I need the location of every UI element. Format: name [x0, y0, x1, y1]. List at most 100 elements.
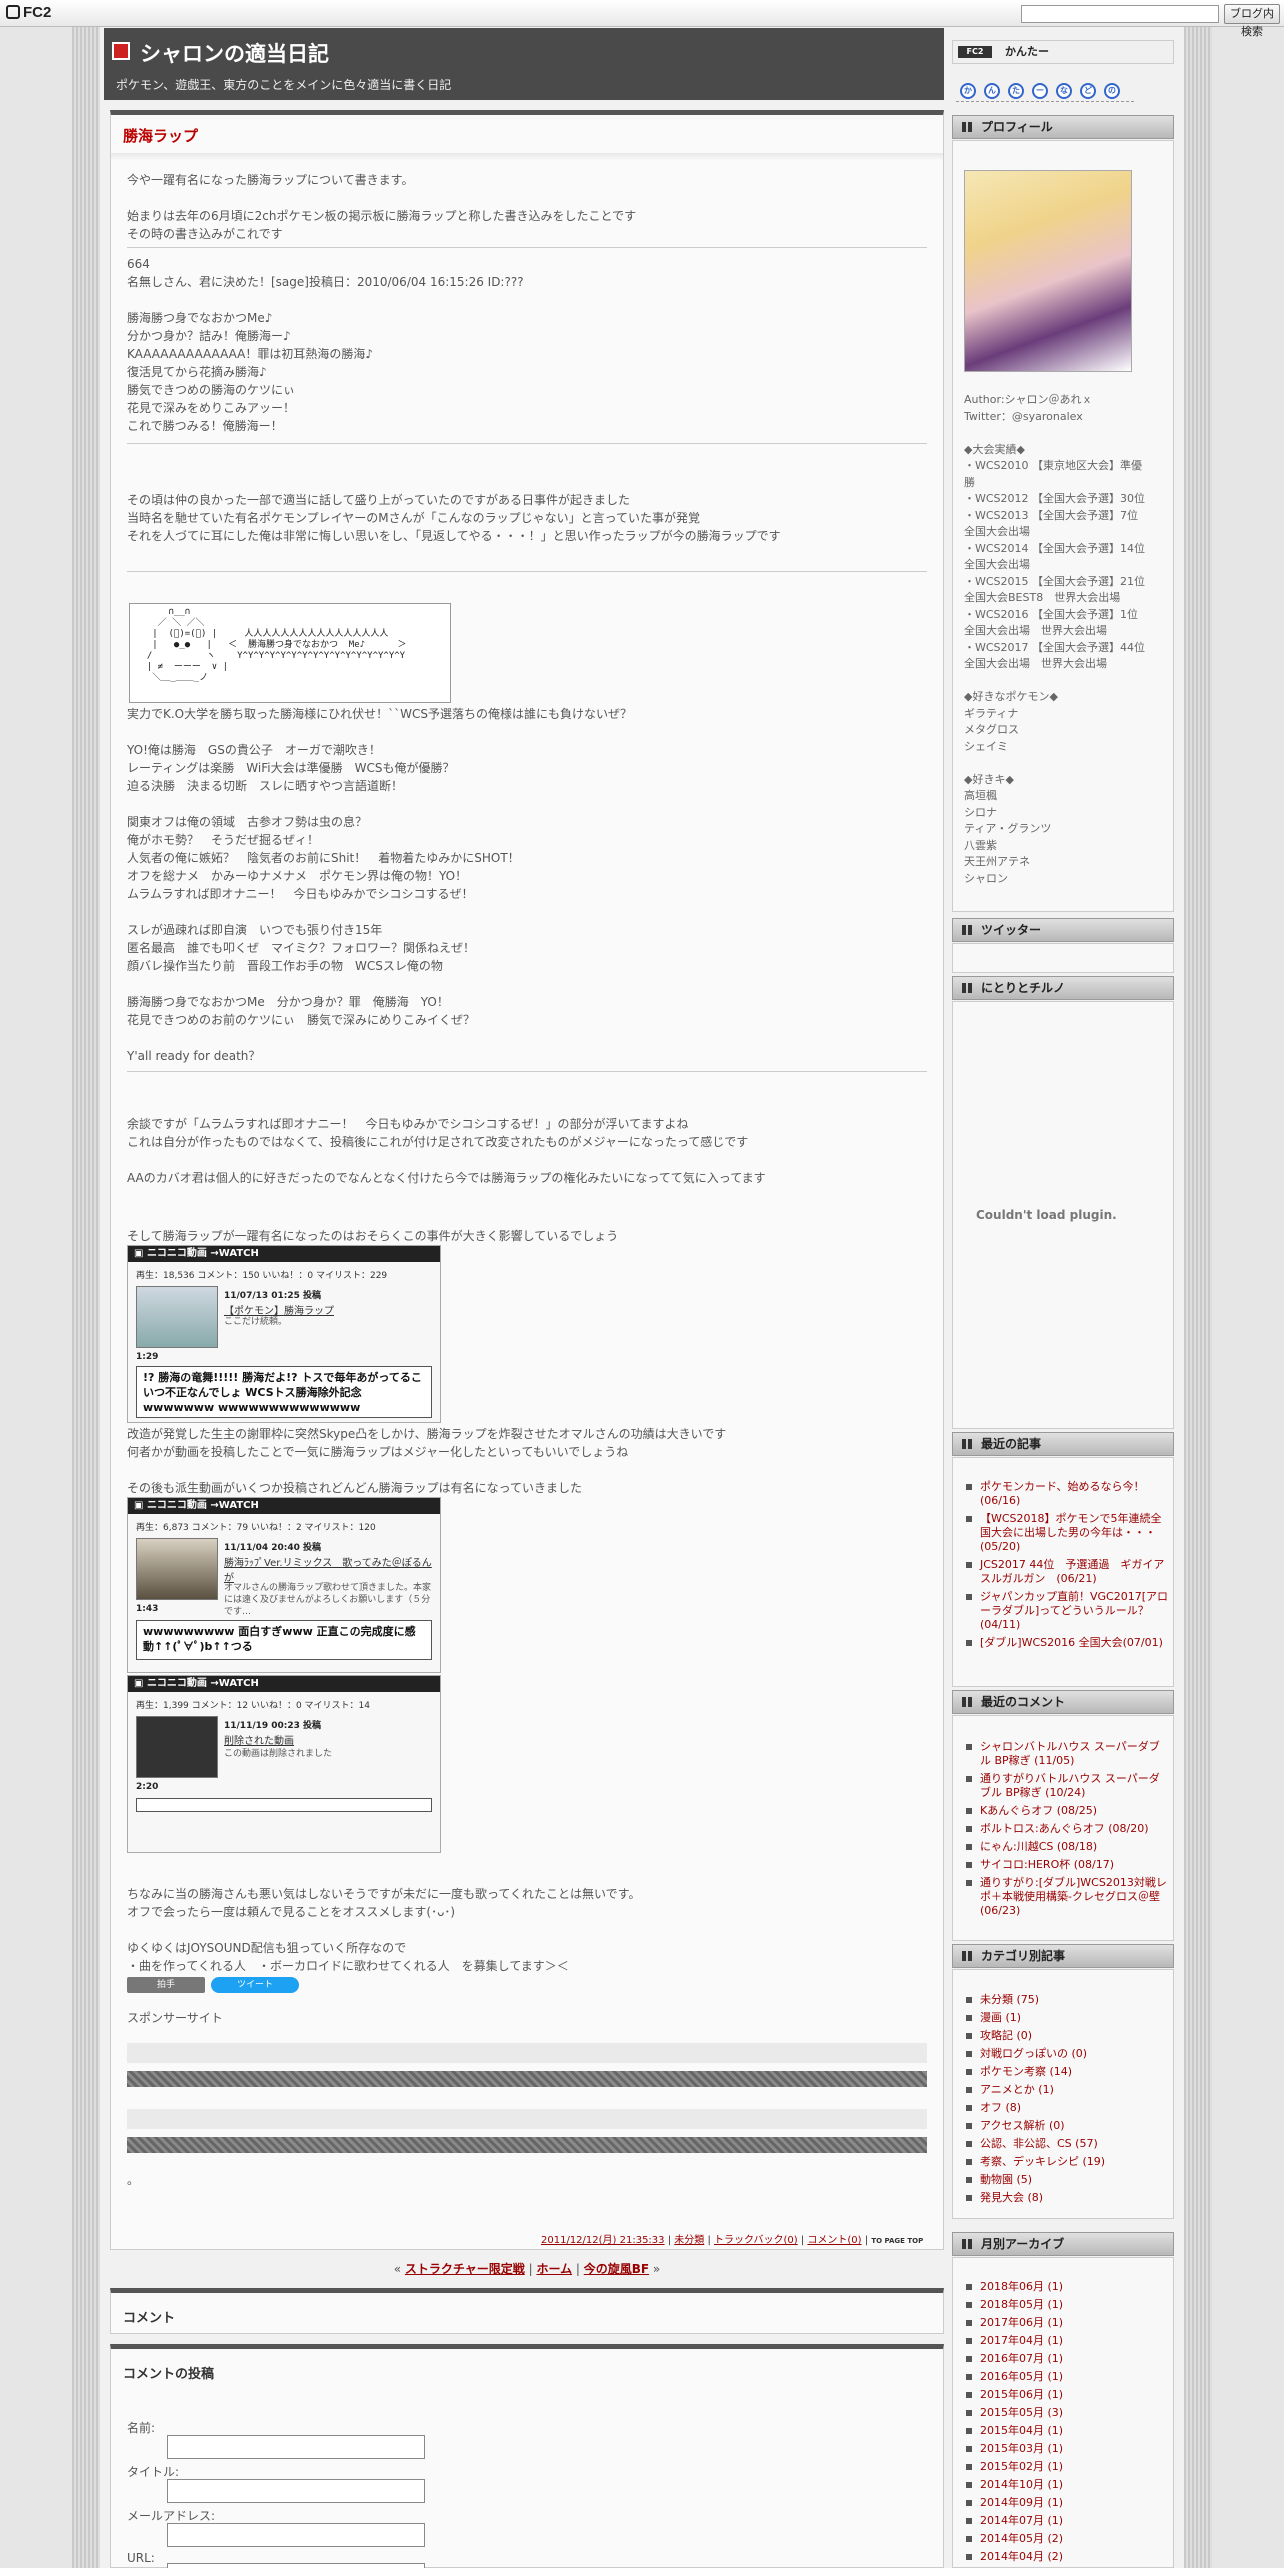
archive-link[interactable]: 2015年06月 (1) [964, 2388, 1170, 2402]
recent-comment-link[interactable]: Kあんぐらオフ (08/25) [964, 1804, 1170, 1818]
recent-comment-link[interactable]: サイコロ:HERO杯 (08/17) [964, 1858, 1170, 1872]
archive-link[interactable]: 2015年02月 (1) [964, 2460, 1170, 2474]
video-title-link[interactable]: 【ポケモン】勝海ラップ [224, 1302, 434, 1317]
category-link[interactable]: アニメとか (1) [964, 2083, 1170, 2097]
archive-link[interactable]: 2017年04月 (1) [964, 2334, 1170, 2348]
email-field[interactable] [167, 2523, 425, 2547]
entry-category-link[interactable]: 未分類 [674, 2235, 704, 2246]
blog-title[interactable]: シャロンの適当日記 [140, 38, 329, 68]
archive-link[interactable]: 2014年09月 (1) [964, 2496, 1170, 2510]
sponsor-slot [127, 2109, 927, 2129]
subject-field[interactable] [167, 2479, 425, 2503]
blog-search-button[interactable]: ブログ内検索 [1224, 4, 1280, 38]
archive-link[interactable]: 2018年05月 (1) [964, 2298, 1170, 2312]
clap-button[interactable]: 拍手 [127, 1977, 205, 1993]
recent-comment-link[interactable]: ボルトロス:あんぐらオフ (08/20) [964, 1822, 1170, 1836]
prev-entry-link[interactable]: ストラクチャー限定戦 [405, 2262, 525, 2276]
watch-link[interactable]: →WATCH [210, 1678, 258, 1689]
recent-entry-link[interactable]: ジャパンカップ直前！VGC2017[アローラダブル]ってどういうルール？(04/… [964, 1590, 1170, 1632]
archive-link[interactable]: 2015年04月 (1) [964, 2424, 1170, 2438]
comment-link[interactable]: コメント(0) [807, 2235, 861, 2246]
recent-comment-link[interactable]: シャロンバトルハウス スーパーダブル BP稼ぎ (11/05) [964, 1740, 1170, 1768]
next-entry-link[interactable]: 今の旋風BF [584, 2262, 649, 2276]
category-link[interactable]: 漫画 (1) [964, 2011, 1170, 2025]
recent-comment-link[interactable]: にゃん:川越CS (08/18) [964, 1840, 1170, 1854]
archive-link[interactable]: 2018年06月 (1) [964, 2280, 1170, 2294]
nicovideo-header: ▣ ニコニコ動画 →WATCH [128, 1246, 440, 1262]
nicovideo-header: ▣ ニコニコ動画 →WATCH [128, 1498, 440, 1514]
kantan-bubbles[interactable]: か ん た ー な ど の [956, 80, 1134, 102]
video-title-link[interactable]: 削除された動画 [224, 1732, 434, 1747]
email-label: メールアドレス: [127, 2509, 216, 2523]
nicovideo-embed[interactable]: ▣ ニコニコ動画 →WATCH 再生：18,536 コメント：150 いいね！：… [127, 1245, 441, 1423]
sponsor-link[interactable] [127, 2137, 927, 2153]
category-link[interactable]: 発見大会 (8) [964, 2191, 1170, 2205]
bubble-icon: ん [984, 83, 1000, 99]
nicovideo-logo-icon: ▣ [134, 1500, 147, 1511]
entry-title[interactable]: 勝海ラップ [123, 125, 198, 146]
nitori-heading: にとりとチルノ [952, 976, 1174, 1000]
blog-entry: 勝海ラップ 今や一躍有名になった勝海ラップについて書きます。 始まりは去年の6月… [110, 110, 944, 2250]
entry-paragraph: そして勝海ラップが一躍有名になったのはおそらくこの事件が大きく影響しているでしょ… [127, 1229, 619, 1243]
watch-link[interactable]: →WATCH [210, 1500, 258, 1511]
video-comment-box [136, 1798, 432, 1812]
recent-entries-list: ポケモンカード、始めるなら今！(06/16) 【WCS2018】ポケモンで5年連… [964, 1480, 1170, 1654]
category-link[interactable]: 対戦ログっぽいの (0) [964, 2047, 1170, 2061]
fc2-badge-icon: FC2 [958, 46, 992, 58]
category-link[interactable]: オフ (8) [964, 2101, 1170, 2115]
archive-link[interactable]: 2014年04月 (2) [964, 2550, 1170, 2564]
category-link[interactable]: 考察、デッキレシピ (19) [964, 2155, 1170, 2169]
archive-link[interactable]: 2015年05月 (3) [964, 2406, 1170, 2420]
archive-link[interactable]: 2015年03月 (1) [964, 2442, 1170, 2456]
archive-link[interactable]: 2016年05月 (1) [964, 2370, 1170, 2384]
recent-comment-link[interactable]: 通りすがりバトルハウス スーパーダブル BP稼ぎ (10/24) [964, 1772, 1170, 1800]
archive-link[interactable]: 2017年06月 (1) [964, 2316, 1170, 2330]
recent-entry-link[interactable]: ポケモンカード、始めるなら今！(06/16) [964, 1480, 1170, 1508]
subject-label: タイトル: [127, 2465, 180, 2479]
nicovideo-header: ▣ ニコニコ動画 →WATCH [128, 1676, 440, 1692]
video-title-link[interactable]: 勝海ﾗｯﾌﾟVer.リミックス 歌ってみた＠ぽるんが [224, 1554, 434, 1584]
divider [127, 443, 927, 444]
home-link[interactable]: ホーム [536, 2262, 572, 2276]
archive-link[interactable]: 2014年10月 (1) [964, 2478, 1170, 2492]
trailing-dot: 。 [127, 2173, 140, 2187]
category-link[interactable]: 未分類 (75) [964, 1993, 1170, 2007]
frame-right-stripe [1184, 27, 1212, 2568]
video-length: 1:43 [136, 1604, 159, 1614]
category-link[interactable]: アクセス解析 (0) [964, 2119, 1170, 2133]
sponsor-label: スポンサーサイト [127, 2011, 223, 2025]
video-length: 1:29 [136, 1352, 159, 1362]
video-thumbnail[interactable] [136, 1286, 218, 1348]
plugin-error: Couldn't load plugin. [976, 1208, 1117, 1222]
bubble-icon: ー [1032, 83, 1048, 99]
watch-link[interactable]: →WATCH [210, 1248, 258, 1259]
frame-left-stripe [72, 27, 100, 2568]
blog-search-input[interactable] [1021, 5, 1219, 23]
tweet-button[interactable]: ツイート [211, 1977, 299, 1993]
recent-entry-link[interactable]: 【WCS2018】ポケモンで5年連続全国大会に出場した男の今年は・・・(05/2… [964, 1512, 1170, 1554]
category-link[interactable]: 動物園 (5) [964, 2173, 1170, 2187]
recent-comment-link[interactable]: 通りすがり:[ダブル]WCS2013対戦レポ＋本戦使用構築-クレセグロス＠壁 (… [964, 1876, 1170, 1918]
category-link[interactable]: 攻略記 (0) [964, 2029, 1170, 2043]
trackback-link[interactable]: トラックバック(0) [714, 2235, 798, 2246]
nicovideo-embed[interactable]: ▣ ニコニコ動画 →WATCH 再生：6,873 コメント：79 いいね！：2 … [127, 1497, 441, 1673]
recent-entry-link[interactable]: [ダブル]WCS2016 全国大会(07/01) [964, 1636, 1170, 1650]
entry-paragraph: 始まりは去年の6月頃に2chポケモン板の掲示板に勝海ラップと称した書き込みをした… [127, 209, 637, 241]
page-top-link[interactable]: TO PAGE TOP [871, 2237, 923, 2245]
recent-entry-link[interactable]: JCS2017 44位 予選通過 ギガイアスルガルガン (06/21) [964, 1558, 1170, 1586]
url-field[interactable] [167, 2563, 425, 2568]
category-link[interactable]: ポケモン考察 (14) [964, 2065, 1170, 2079]
archive-heading: 月別アーカイブ [952, 2232, 1174, 2256]
divider [127, 247, 927, 248]
name-field[interactable] [167, 2435, 425, 2459]
category-link[interactable]: 公認、非公認、CS (57) [964, 2137, 1170, 2151]
archive-link[interactable]: 2014年07月 (1) [964, 2514, 1170, 2528]
nicovideo-embed[interactable]: ▣ ニコニコ動画 →WATCH 再生：1,399 コメント：12 いいね！：0 … [127, 1675, 441, 1853]
deleted-video-icon[interactable] [136, 1716, 218, 1778]
archive-link[interactable]: 2014年05月 (2) [964, 2532, 1170, 2546]
archive-link[interactable]: 2016年07月 (1) [964, 2352, 1170, 2366]
sponsor-link[interactable] [127, 2071, 927, 2087]
fc2-logo[interactable]: FC2 [6, 4, 51, 21]
video-thumbnail[interactable] [136, 1538, 218, 1600]
entry-date-link[interactable]: 2011/12/12(月) 21:35:33 [541, 2235, 665, 2246]
